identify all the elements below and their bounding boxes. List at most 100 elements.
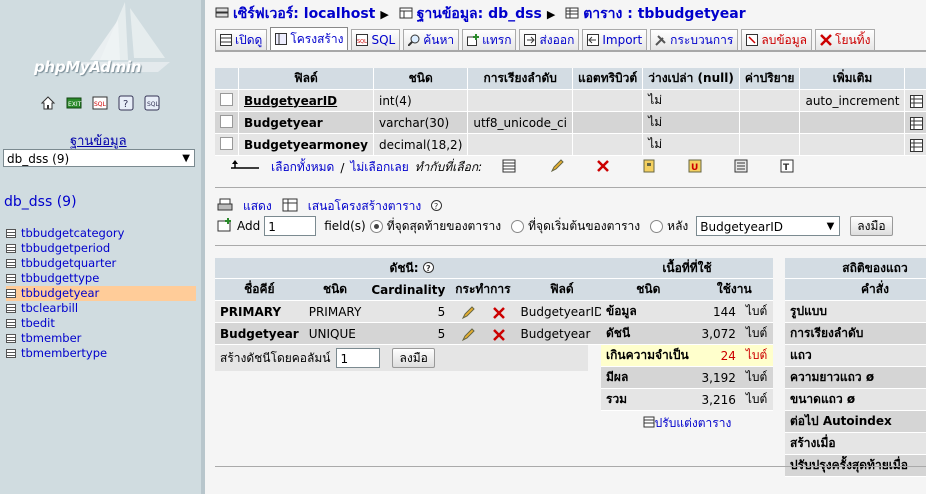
database-title[interactable]: db_dss (9) — [4, 194, 77, 210]
table-list-item[interactable]: tbbudgetperiod — [6, 241, 196, 256]
tab-structure[interactable]: โครงสร้าง — [270, 27, 349, 50]
table-icon[interactable] — [6, 259, 16, 268]
database-select[interactable]: db_dss (9) ▼ — [3, 149, 195, 167]
table-list-item[interactable]: tbclearbill — [6, 301, 196, 316]
field-count-input[interactable]: 1 — [264, 216, 317, 236]
add-field-go-button[interactable]: ลงมือ — [850, 216, 893, 236]
table-icon[interactable] — [6, 319, 16, 328]
browse-values-icon[interactable] — [910, 138, 924, 152]
chevron-down-icon: ▼ — [182, 153, 190, 164]
docs-icon[interactable]: SQL — [144, 95, 160, 111]
table-icon[interactable] — [6, 274, 16, 283]
table-list-item[interactable]: tbbudgetcategory — [6, 226, 196, 241]
field-checkbox[interactable] — [220, 114, 233, 128]
row-stat: ต่อไป Autoindex — [785, 410, 926, 433]
optimize-table-link[interactable]: ปรับแต่งตาราง — [655, 416, 732, 430]
index-header: กระทำการ — [450, 278, 516, 301]
index-header: Cardinality — [366, 278, 451, 301]
at-end-radio[interactable] — [369, 219, 383, 233]
table-list-item[interactable]: tbbudgettype — [6, 271, 196, 286]
add-column-icon — [217, 217, 233, 235]
help-icon[interactable]: ? — [422, 261, 434, 275]
field-default — [739, 89, 801, 112]
index-icon[interactable] — [734, 159, 748, 176]
field-checkbox-cell — [215, 89, 239, 112]
svg-text:SQL: SQL — [147, 101, 160, 108]
printer-icon — [217, 198, 233, 215]
tab-operations[interactable]: กระบวนการ — [650, 29, 739, 50]
browse-icon[interactable] — [502, 159, 516, 176]
column-header[interactable]: ฟิลด์ — [238, 68, 374, 90]
edit-pencil-icon[interactable] — [550, 159, 564, 176]
check-all-link[interactable]: เลือกทั้งหมด — [271, 158, 334, 177]
field-name: Budgetyearmoney — [238, 133, 374, 156]
database-label[interactable]: ฐานข้อมูล — [70, 130, 127, 151]
breadcrumb-database[interactable]: ฐานข้อมูล: db_dss — [417, 6, 542, 22]
help-icon[interactable]: ? — [431, 199, 443, 214]
svg-text:?: ? — [123, 99, 128, 110]
space-unit: ไบต์ — [740, 322, 773, 345]
propose-structure-link[interactable]: เสนอโครงสร้างตาราง — [308, 197, 422, 216]
operations-icon — [655, 34, 667, 46]
tab-bar: เปิดดู โครงสร้าง SQL SQL ค้นหา แทรก ส่งออก Impo… — [215, 27, 876, 50]
delete-x-icon[interactable] — [492, 306, 505, 319]
home-icon[interactable] — [40, 95, 56, 111]
tab-import[interactable]: Import — [582, 29, 648, 50]
table-icon[interactable] — [6, 334, 16, 343]
breadcrumb: เซิร์ฟเวอร์: localhost ▶ ฐานข้อมูล: db_ds… — [215, 3, 746, 25]
tab-insert[interactable]: แทรก — [462, 29, 517, 50]
svg-text:SQL: SQL — [357, 39, 367, 45]
primary-key-icon[interactable] — [642, 159, 656, 176]
create-index-count-input[interactable]: 1 — [336, 348, 381, 368]
table-icon[interactable] — [6, 304, 16, 313]
table-list-item[interactable]: tbedit — [6, 316, 196, 331]
after-field-select[interactable]: BudgetyearID ▼ — [696, 216, 841, 236]
tab-sql[interactable]: SQL SQL — [351, 29, 401, 50]
field-checkbox[interactable] — [220, 92, 233, 106]
table-icon[interactable] — [6, 349, 16, 358]
field-collation — [467, 89, 573, 112]
at-begin-radio[interactable] — [511, 219, 525, 233]
exit-icon[interactable]: EXIT — [66, 95, 82, 111]
tab-empty[interactable]: ลบข้อมูล — [741, 29, 812, 50]
create-index-go-button[interactable]: ลงมือ — [392, 348, 435, 368]
query-icon[interactable]: ? — [118, 95, 134, 111]
fulltext-icon[interactable]: T — [780, 159, 794, 176]
column-header: ค่าปริยาย — [739, 68, 801, 90]
table-icon[interactable] — [6, 289, 16, 298]
print-view-link[interactable]: แสดง — [243, 197, 272, 216]
table-icon[interactable] — [6, 244, 16, 253]
index-field: Budgetyear — [515, 322, 609, 345]
browse-values-icon[interactable] — [910, 94, 924, 108]
tab-search[interactable]: ค้นหา — [403, 29, 460, 50]
table-list-item[interactable]: tbbudgetyear — [6, 286, 196, 301]
table-list-item[interactable]: tbmember — [6, 331, 196, 346]
field-null: ไม่ — [642, 133, 740, 156]
table-name: tbedit — [21, 316, 55, 330]
after-radio[interactable] — [650, 219, 664, 233]
svg-text:?: ? — [426, 264, 431, 273]
table-icon[interactable] — [6, 229, 16, 238]
fields-table: ฟิลด์ ชนิด การเรียงลำดับ แอตทริบิวต์ ว่า… — [215, 68, 926, 156]
tab-drop[interactable]: โยนทิ้ง — [815, 29, 876, 50]
section-divider — [215, 187, 926, 188]
sql-icon[interactable]: SQL — [92, 95, 108, 111]
tab-browse[interactable]: เปิดดู — [215, 29, 268, 50]
unique-icon[interactable]: U — [688, 159, 702, 176]
table-list-item[interactable]: tbbudgetquarter — [6, 256, 196, 271]
row-stat: ขนาดแถว ø — [785, 388, 926, 411]
delete-x-icon[interactable] — [492, 328, 505, 341]
delete-x-icon[interactable] — [596, 159, 610, 176]
browse-values-icon[interactable] — [910, 116, 924, 130]
breadcrumb-server[interactable]: เซิร์ฟเวอร์: localhost — [233, 6, 375, 22]
field-checkbox[interactable] — [220, 136, 233, 150]
uncheck-all-link[interactable]: ไม่เลือกเลย — [350, 158, 408, 177]
tab-export[interactable]: ส่งออก — [519, 29, 580, 50]
breadcrumb-table[interactable]: ตาราง : tbbudgetyear — [583, 6, 745, 22]
phpmyadmin-logo[interactable]: phpMyAdmin — [34, 58, 142, 76]
table-list-item[interactable]: tbmembertype — [6, 346, 196, 361]
edit-pencil-icon[interactable] — [461, 305, 475, 319]
with-selected-label: ทำกับที่เลือก: — [414, 160, 483, 174]
field-extra: auto_increment — [799, 89, 906, 112]
edit-pencil-icon[interactable] — [461, 327, 475, 341]
